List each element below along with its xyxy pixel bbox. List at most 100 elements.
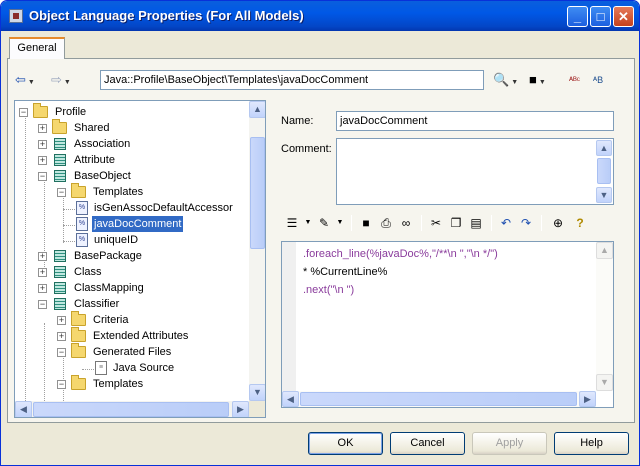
replace-button[interactable]: ᴬB [593,69,603,91]
expand-icon[interactable]: + [38,284,47,293]
forward-button[interactable]: ⇨ ▼ [51,69,71,91]
metaclass-icon [54,154,66,166]
expand-icon[interactable]: + [38,268,47,277]
back-button[interactable]: ⇦ ▼ [15,69,35,91]
app-icon [9,9,23,23]
spell-check-button[interactable]: ᴬᴮᶜ [569,69,580,91]
expand-icon[interactable]: + [38,140,47,149]
tree-item-label: Attribute [74,154,115,166]
expand-icon[interactable]: + [38,156,47,165]
back-arrow-icon: ⇦ [15,72,26,87]
template-icon: % [76,201,88,215]
title-bar[interactable]: Object Language Properties (For All Mode… [1,1,639,31]
expand-icon[interactable]: + [57,332,66,341]
expand-icon[interactable]: + [57,316,66,325]
dropdown-arrow-icon[interactable]: ▼ [331,214,349,232]
code-line: * %CurrentLine% [303,266,388,278]
expand-icon[interactable]: + [38,124,47,133]
tree-item-label: Templates [93,378,144,390]
scroll-down-button[interactable]: ▼ [596,374,613,391]
scroll-thumb[interactable] [597,158,611,184]
toolbar-separator [491,215,492,231]
comment-field[interactable]: ▲ ▼ [336,138,614,205]
scroll-up-button[interactable]: ▲ [596,242,613,259]
object-path-value: Java::Profile\BaseObject\Templates\javaD… [104,74,369,86]
redo-icon[interactable]: ↷ [517,214,535,232]
file-icon: ≡ [95,361,107,375]
tree-line [44,323,45,403]
metaclass-icon [54,266,66,278]
name-label: Name: [281,115,314,127]
tree-item-label: Shared [74,122,110,134]
spell-check-icon: ᴬᴮᶜ [569,75,580,85]
scroll-thumb[interactable] [250,137,265,249]
collapse-icon[interactable]: − [19,108,28,117]
save-icon[interactable]: ■ [357,214,375,232]
scroll-thumb[interactable] [300,392,577,406]
scroll-left-button[interactable]: ◀ [15,401,32,417]
folder-icon [71,311,86,326]
replace-icon: ᴬB [593,75,604,85]
save-icon: ■ [529,72,537,87]
name-field[interactable]: javaDocComment [336,111,614,131]
object-path-combo[interactable]: Java::Profile\BaseObject\Templates\javaD… [100,70,484,90]
code-line: .next("\n ") [303,284,355,296]
scroll-down-button[interactable]: ▼ [596,187,612,203]
object-tree[interactable]: − Profile + Shared + Association + Attri… [14,100,266,418]
tree-item-label: isGenAssocDefaultAccessor [94,202,233,214]
collapse-icon[interactable]: − [57,348,66,357]
close-button[interactable]: ✕ [613,6,634,27]
tree-horizontal-scrollbar[interactable]: ◀ ▶ [15,401,249,417]
toolbar-separator [541,215,542,231]
editor-horizontal-scrollbar[interactable]: ◀ ▶ [282,391,596,407]
scroll-down-button[interactable]: ▼ [249,384,265,401]
collapse-icon[interactable]: − [38,172,47,181]
folder-icon [71,327,86,342]
comment-label: Comment: [281,143,332,155]
paste-icon[interactable]: ▤ [467,214,485,232]
scroll-thumb[interactable] [33,402,229,417]
scroll-left-button[interactable]: ◀ [282,391,299,407]
help-icon[interactable]: ? [571,214,589,232]
tree-item-label: BasePackage [74,250,142,262]
scroll-right-button[interactable]: ▶ [579,391,596,407]
template-code-editor[interactable]: .foreach_line(%javaDoc%,"/**\n ","\n */"… [281,241,614,408]
editor-vertical-scrollbar[interactable]: ▲ ▼ [596,242,613,391]
cut-icon[interactable]: ✂ [427,214,445,232]
editor-gutter [282,242,296,391]
scroll-up-button[interactable]: ▲ [249,101,265,118]
tree-line [25,115,26,405]
save-button[interactable]: ■ ▼ [529,69,546,91]
apply-button[interactable]: Apply [472,432,547,455]
search-icon: 🔍 [493,72,510,87]
template-icon: % [76,233,88,247]
tab-general[interactable]: General [9,37,65,59]
cancel-button[interactable]: Cancel [390,432,465,455]
tree-vertical-scrollbar[interactable]: ▲ ▼ [249,101,265,401]
tree-item-label: Criteria [93,314,129,326]
print-icon[interactable]: ⎙ [377,214,395,232]
undo-icon[interactable]: ↶ [497,214,515,232]
folder-icon [71,343,86,358]
tree-item-label: BaseObject [74,170,131,182]
maximize-button[interactable]: □ [590,6,611,27]
minimize-button[interactable]: _ [567,6,588,27]
expand-icon[interactable]: + [38,252,47,261]
find-button[interactable]: 🔍 ▼ [493,69,518,91]
collapse-icon[interactable]: − [38,300,47,309]
help-button[interactable]: Help [554,432,629,455]
code-line: .foreach_line(%javaDoc%,"/**\n ","\n */"… [303,248,498,260]
scroll-up-button[interactable]: ▲ [596,140,612,156]
tree-line [82,369,94,370]
collapse-icon[interactable]: − [57,380,66,389]
tree-item-label: ClassMapping [74,282,144,294]
metaclass-icon [54,298,66,310]
tree-item-label: Profile [55,106,87,118]
scroll-right-button[interactable]: ▶ [232,401,249,417]
insert-icon[interactable]: ⊕ [549,214,567,232]
copy-icon[interactable]: ❐ [447,214,465,232]
find-binoculars-icon[interactable]: ∞ [397,214,415,232]
ok-button[interactable]: OK [308,432,383,455]
collapse-icon[interactable]: − [57,188,66,197]
dropdown-arrow-icon: ▼ [511,79,519,86]
